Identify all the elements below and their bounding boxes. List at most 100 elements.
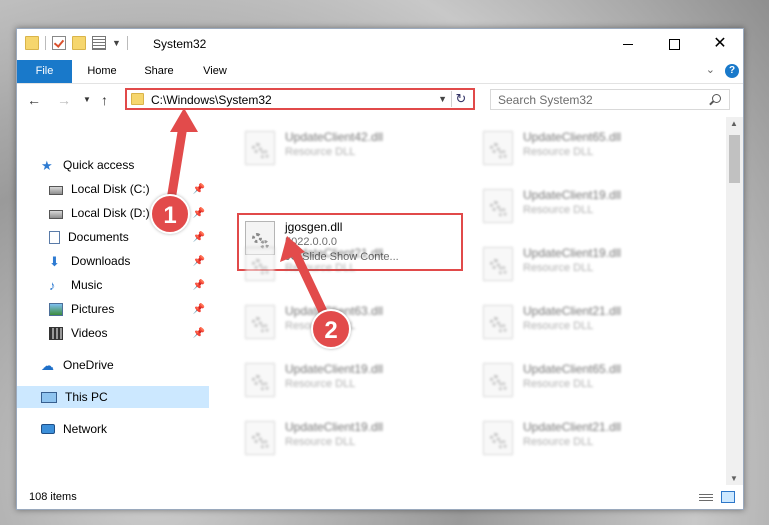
address-history-chevron-icon[interactable]: ▼ <box>438 94 447 104</box>
sidebar-item-videos[interactable]: Videos 📌 <box>17 322 209 344</box>
file-name: UpdateClient19.dll <box>523 246 622 260</box>
videos-icon <box>49 326 63 340</box>
forward-arrow-icon[interactable]: → <box>57 92 71 108</box>
pin-icon[interactable]: 📌 <box>193 280 205 291</box>
network-icon <box>41 424 55 434</box>
window-controls: ✕ <box>605 29 743 59</box>
tab-home[interactable]: Home <box>77 60 127 83</box>
sidebar-item-this-pc[interactable]: This PC <box>17 386 209 408</box>
address-bar[interactable]: C:\Windows\System32 ▼ ↻ <box>125 88 475 110</box>
new-folder-icon[interactable] <box>72 36 86 50</box>
maximize-button[interactable] <box>651 29 697 59</box>
properties-icon[interactable] <box>92 36 106 50</box>
customize-toolbar-chevron-icon[interactable]: ▼ <box>112 38 121 48</box>
dll-file-icon <box>483 189 513 223</box>
callout-1: 1 <box>150 194 190 234</box>
sidebar-item-label: Local Disk (C:) <box>71 182 150 196</box>
sidebar-item-network[interactable]: Network <box>17 418 209 440</box>
star-icon: ★ <box>41 157 53 173</box>
sidebar-item-label: Videos <box>71 326 108 340</box>
file-tile[interactable]: UpdateClient19.dll Resource DLL <box>477 241 697 289</box>
file-type: Resource DLL <box>285 436 356 448</box>
file-type: Resource DLL <box>523 436 594 448</box>
address-path[interactable]: C:\Windows\System32 <box>151 93 272 107</box>
vertical-scrollbar[interactable]: ▲ ▼ <box>726 117 743 485</box>
dll-file-icon <box>483 131 513 165</box>
file-tile[interactable]: UpdateClient42.dll Resource DLL <box>239 125 459 173</box>
pin-icon[interactable]: 📌 <box>193 256 205 267</box>
pin-icon[interactable]: 📌 <box>193 232 205 243</box>
search-placeholder: Search System32 <box>498 93 593 107</box>
explorer-window: ▼ System32 ✕ File Home Share View ⌄ ? ← … <box>16 28 744 510</box>
refresh-icon[interactable]: ↻ <box>451 91 470 107</box>
file-name: UpdateClient65.dll <box>523 130 622 144</box>
pin-icon[interactable]: 📌 <box>193 304 205 315</box>
pin-icon[interactable]: 📌 <box>193 184 205 195</box>
downloads-icon: ⬇ <box>49 253 60 269</box>
sidebar-item-label: Network <box>63 422 108 436</box>
file-tile[interactable]: UpdateClient21.dll Resource DLL <box>239 241 459 289</box>
file-name: UpdateClient21.dll <box>523 420 622 434</box>
file-type: Resource DLL <box>523 204 594 216</box>
sidebar-item-pictures[interactable]: Pictures 📌 <box>17 298 209 320</box>
toolbar-divider <box>45 36 46 50</box>
pin-icon[interactable]: 📌 <box>193 208 205 219</box>
scroll-up-arrow-icon[interactable]: ▲ <box>730 119 738 128</box>
scroll-down-arrow-icon[interactable]: ▼ <box>730 474 738 483</box>
file-type: Resource DLL <box>285 378 356 390</box>
dll-file-icon <box>483 305 513 339</box>
pictures-icon <box>49 302 63 316</box>
folder-icon <box>25 36 39 50</box>
sidebar-item-label: Downloads <box>71 254 131 268</box>
tiles-view-icon[interactable] <box>721 491 735 503</box>
disk-icon <box>49 209 63 219</box>
dll-file-icon <box>245 247 275 281</box>
help-icon[interactable]: ? <box>725 64 739 78</box>
sidebar-item-quick-access[interactable]: ★ Quick access <box>17 154 209 176</box>
quick-access-toolbar: ▼ <box>25 36 128 50</box>
file-tile[interactable]: UpdateClient21.dll Resource DLL <box>477 299 697 347</box>
sidebar-item-onedrive[interactable]: ☁ OneDrive <box>17 354 209 376</box>
back-arrow-icon[interactable]: ← <box>27 92 41 108</box>
tab-share[interactable]: Share <box>137 60 181 83</box>
minimize-button[interactable] <box>605 29 651 59</box>
maximize-icon <box>668 38 680 50</box>
disk-icon <box>49 185 63 195</box>
file-tile[interactable]: UpdateClient19.dll Resource DLL <box>477 183 697 231</box>
search-icon[interactable] <box>712 94 721 103</box>
file-tile[interactable]: UpdateClient65.dll Resource DLL <box>477 125 697 173</box>
file-type: Resource DLL <box>523 146 594 158</box>
window-title: System32 <box>153 37 207 51</box>
dll-file-icon <box>245 363 275 397</box>
expand-ribbon-chevron-icon[interactable]: ⌄ <box>706 63 715 76</box>
file-tile[interactable]: UpdateClient19.dll Resource DLL <box>239 415 459 463</box>
file-tile[interactable]: UpdateClient21.dll Resource DLL <box>477 415 697 463</box>
sidebar-item-label: This PC <box>65 390 108 404</box>
file-name: UpdateClient42.dll <box>285 130 384 144</box>
music-icon: ♪ <box>49 277 56 293</box>
properties-check-icon[interactable] <box>52 36 66 50</box>
scroll-thumb[interactable] <box>729 135 740 183</box>
tab-file[interactable]: File <box>17 60 72 83</box>
file-name: UpdateClient65.dll <box>523 362 622 376</box>
file-tile[interactable]: UpdateClient19.dll Resource DLL <box>239 357 459 405</box>
close-button[interactable]: ✕ <box>697 29 743 59</box>
file-name: UpdateClient19.dll <box>285 362 384 376</box>
pin-icon[interactable]: 📌 <box>193 328 205 339</box>
tab-view[interactable]: View <box>193 60 237 83</box>
dll-file-icon <box>483 247 513 281</box>
onedrive-icon: ☁ <box>41 357 54 373</box>
search-input[interactable]: Search System32 <box>490 89 730 110</box>
recent-locations-chevron-icon[interactable]: ▼ <box>83 95 91 104</box>
file-name: UpdateClient21.dll <box>523 304 622 318</box>
dll-file-icon <box>245 305 275 339</box>
callout-2: 2 <box>311 309 351 349</box>
sidebar-item-downloads[interactable]: ⬇ Downloads 📌 <box>17 250 209 272</box>
file-tile[interactable]: UpdateClient65.dll Resource DLL <box>477 357 697 405</box>
file-type: Resource DLL <box>285 146 356 158</box>
sidebar-item-label: Pictures <box>71 302 115 316</box>
details-view-icon[interactable] <box>699 492 713 503</box>
file-type: Resource DLL <box>523 262 594 274</box>
up-arrow-icon[interactable]: ↑ <box>101 92 108 108</box>
sidebar-item-music[interactable]: ♪ Music 📌 <box>17 274 209 296</box>
